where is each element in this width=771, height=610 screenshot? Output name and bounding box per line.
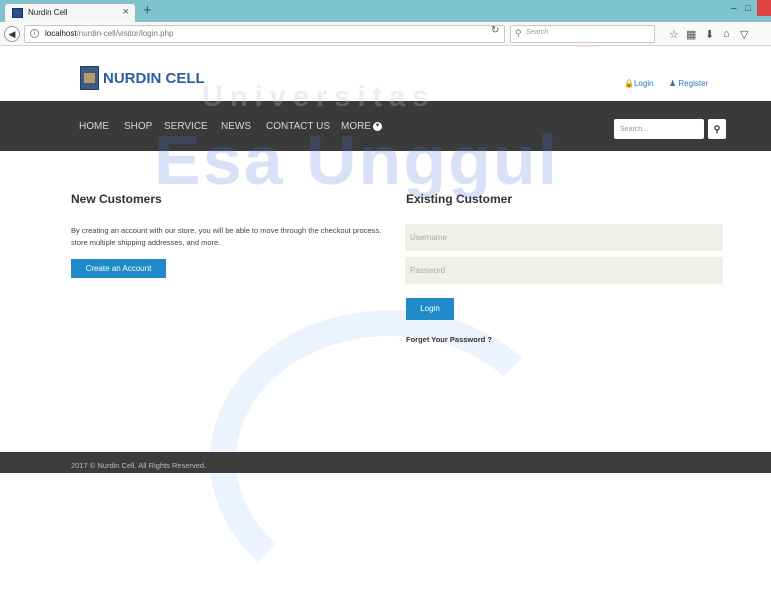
lock-icon: 🔒 <box>624 79 634 88</box>
url-bar[interactable]: i localhost/nurdin-cell/visitor/login.ph… <box>24 25 505 43</box>
footer-copyright: 2017 © Nurdin Cell. All Rights Reserved. <box>71 461 207 470</box>
download-icon[interactable]: ⬇ <box>705 28 714 41</box>
watermark-text: Universitas <box>202 81 436 113</box>
back-arrow-icon[interactable]: ◀ <box>4 26 20 42</box>
minimize-button[interactable]: ‒ <box>731 3 737 14</box>
home-icon[interactable]: ⌂ <box>723 28 730 40</box>
new-customers-description: By creating an account with our store, y… <box>71 226 382 247</box>
url-path: /nurdin-cell/visitor/login.php <box>76 29 174 38</box>
url-text: localhost/nurdin-cell/visitor/login.php <box>45 29 174 38</box>
reload-icon[interactable]: ↻ <box>491 25 499 36</box>
search-icon: ⚲ <box>515 28 522 38</box>
browser-tab-strip: Nurdin Cell × + ‒ □ <box>0 0 771 22</box>
register-link-label: Register <box>678 79 709 88</box>
bookmark-star-icon[interactable]: ☆ <box>669 28 679 41</box>
browser-search-placeholder: Search <box>526 29 549 36</box>
favicon-icon <box>12 8 23 18</box>
user-icon: ♟ <box>669 79 677 88</box>
window-close-button[interactable] <box>757 0 771 16</box>
nav-item-home[interactable]: HOME <box>79 121 109 132</box>
login-link-label: Login <box>633 79 654 88</box>
forgot-password-link[interactable]: Forget Your Password ? <box>406 335 492 344</box>
reading-list-icon[interactable]: ▦ <box>686 28 696 41</box>
site-title[interactable]: NURDIN CELL <box>103 70 205 87</box>
password-field[interactable] <box>405 257 723 284</box>
pocket-icon[interactable]: ▽ <box>740 28 748 41</box>
site-search-input[interactable] <box>614 119 704 139</box>
logo-icon[interactable] <box>80 66 99 90</box>
login-link[interactable]: 🔒Login <box>624 79 654 88</box>
maximize-button[interactable]: □ <box>745 3 750 13</box>
watermark-text: Esa Unggul <box>154 121 560 199</box>
new-tab-button[interactable]: + <box>143 2 152 19</box>
search-button[interactable]: ⚲ <box>708 119 726 139</box>
browser-tab[interactable]: Nurdin Cell × <box>4 3 136 22</box>
info-icon[interactable]: i <box>30 29 39 38</box>
create-account-button[interactable]: Create an Account <box>71 259 166 278</box>
tab-title: Nurdin Cell <box>28 8 68 17</box>
url-host: localhost <box>45 29 77 38</box>
nav-item-shop[interactable]: SHOP <box>124 121 152 132</box>
close-icon[interactable]: × <box>123 6 129 18</box>
new-customers-title: New Customers <box>71 192 162 206</box>
username-field[interactable] <box>405 224 723 251</box>
register-link[interactable]: ♟ Register <box>669 79 708 88</box>
existing-customer-title: Existing Customer <box>406 192 513 206</box>
browser-search-input[interactable]: ⚲ Search <box>510 25 655 43</box>
browser-toolbar: ◀ i localhost/nurdin-cell/visitor/login.… <box>0 22 771 46</box>
login-button[interactable]: Login <box>406 298 454 320</box>
